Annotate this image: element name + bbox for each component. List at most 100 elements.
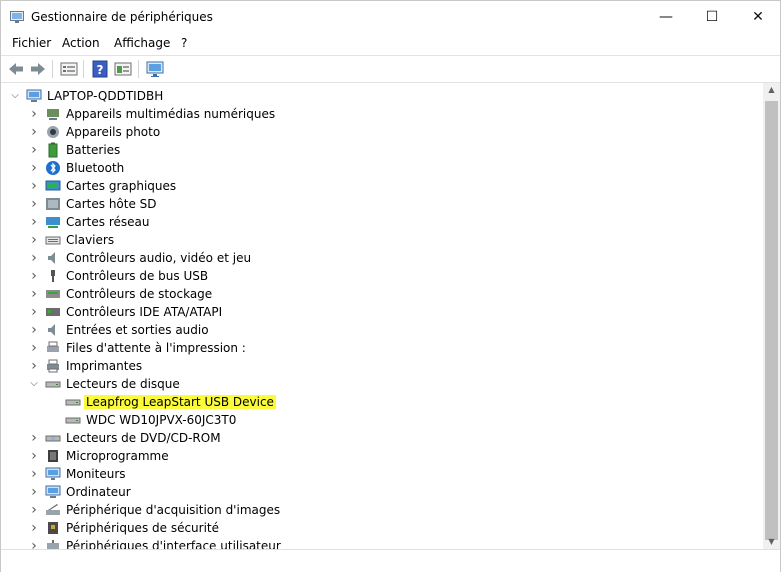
forward-arrow-icon[interactable] <box>28 59 48 79</box>
category-row[interactable]: › Contrôleurs IDE ATA/ATAPI <box>1 303 761 321</box>
expand-chevron-icon[interactable]: › <box>29 447 39 465</box>
category-row[interactable]: › Bluetooth <box>1 159 761 177</box>
category-row[interactable]: › Ordinateur <box>1 483 761 501</box>
properties-icon[interactable] <box>59 59 79 79</box>
expand-chevron-icon[interactable]: › <box>29 321 39 339</box>
vertical-scrollbar[interactable]: ▲ ▼ <box>763 83 780 549</box>
title-bar[interactable]: Gestionnaire de périphériques — ☐ ✕ <box>1 1 780 33</box>
camera-icon <box>47 126 59 138</box>
tree-item-label: Ordinateur <box>66 485 131 499</box>
device-item[interactable]: WDC WD10JPVX-60JC3T0 <box>1 411 761 429</box>
category-row[interactable]: › Lecteurs de DVD/CD-ROM <box>1 429 761 447</box>
expand-chevron-icon[interactable]: › <box>29 249 39 267</box>
window-title: Gestionnaire de périphériques <box>31 10 213 24</box>
back-arrow-icon[interactable] <box>6 59 26 79</box>
scrollbar-thumb[interactable] <box>765 101 778 540</box>
tree-item-label: Leapfrog LeapStart USB Device <box>84 395 276 409</box>
category-row[interactable]: › Contrôleurs de stockage <box>1 285 761 303</box>
svg-text:?: ? <box>97 63 104 77</box>
tree-item-label: Contrôleurs de stockage <box>66 287 213 301</box>
menu-help[interactable]: ? <box>181 36 187 50</box>
category-row[interactable]: › Files d'attente à l'impression : <box>1 339 761 357</box>
device-item[interactable]: Leapfrog LeapStart USB Device <box>1 393 761 411</box>
tree-item-label: Appareils photo <box>66 125 161 139</box>
expand-chevron-icon[interactable]: › <box>29 177 39 195</box>
expand-chevron-icon[interactable]: › <box>29 465 39 483</box>
help-icon[interactable]: ? <box>90 59 110 79</box>
menu-action[interactable]: Action <box>62 36 100 50</box>
category-row[interactable]: › Imprimantes <box>1 357 761 375</box>
tree-item-label: Cartes graphiques <box>66 179 177 193</box>
category-row[interactable]: › Entrées et sorties audio <box>1 321 761 339</box>
category-row[interactable]: › Périphériques de sécurité <box>1 519 761 537</box>
expand-chevron-icon[interactable]: › <box>29 231 39 249</box>
close-button[interactable]: ✕ <box>735 1 781 33</box>
expand-chevron-icon[interactable]: › <box>29 123 39 141</box>
category-row[interactable]: ⌵ Lecteurs de disque <box>1 375 761 393</box>
scroll-down-icon[interactable]: ▼ <box>763 535 780 549</box>
menu-fichier[interactable]: Fichier <box>12 36 51 50</box>
category-row[interactable]: › Cartes réseau <box>1 213 761 231</box>
category-row[interactable]: › Microprogramme <box>1 447 761 465</box>
tree-item-label: Files d'attente à l'impression : <box>66 341 246 355</box>
tree-item-label: Moniteurs <box>66 467 126 481</box>
category-row[interactable]: › Appareils photo <box>1 123 761 141</box>
expand-chevron-icon[interactable]: › <box>29 159 39 177</box>
category-row[interactable]: › Appareils multimédias numériques <box>1 105 761 123</box>
category-row[interactable]: › Contrôleurs de bus USB <box>1 267 761 285</box>
expand-chevron-icon[interactable]: › <box>29 483 39 501</box>
status-bar <box>1 549 780 574</box>
tree-item-label: Périphériques d'interface utilisateur <box>66 539 281 549</box>
disk-drive-icon <box>65 399 81 406</box>
expand-chevron-icon[interactable]: › <box>29 141 39 159</box>
collapse-chevron-icon[interactable]: ⌵ <box>29 375 39 393</box>
expand-chevron-icon[interactable]: › <box>29 285 39 303</box>
menu-affichage[interactable]: Affichage <box>114 36 170 50</box>
storage-controller-icon <box>46 290 60 298</box>
ide-icon <box>46 308 60 316</box>
category-row[interactable]: › Périphériques d'interface utilisateur <box>1 537 761 549</box>
bluetooth-icon <box>46 161 60 175</box>
computer-icon <box>26 89 42 102</box>
sd-host-icon <box>46 198 60 210</box>
expand-chevron-icon[interactable]: › <box>29 195 39 213</box>
expand-chevron-icon[interactable]: › <box>29 537 39 549</box>
toolbar-separator <box>83 60 84 78</box>
category-row[interactable]: › Batteries <box>1 141 761 159</box>
tree-root-label: LAPTOP-QDDTIDBH <box>47 89 164 103</box>
toolbar-separator <box>138 60 139 78</box>
scanner-icon <box>46 504 60 515</box>
collapse-chevron-icon[interactable]: ⌵ <box>10 87 20 105</box>
monitor-icon <box>45 467 61 480</box>
expand-chevron-icon[interactable]: › <box>29 429 39 447</box>
expand-chevron-icon[interactable]: › <box>29 339 39 357</box>
category-row[interactable]: › Moniteurs <box>1 465 761 483</box>
category-row[interactable]: › Cartes hôte SD <box>1 195 761 213</box>
expand-chevron-icon[interactable]: › <box>29 501 39 519</box>
expand-chevron-icon[interactable]: › <box>29 105 39 123</box>
device-manager-window: Gestionnaire de périphériques — ☐ ✕ Fich… <box>0 0 781 574</box>
view-icon[interactable] <box>113 59 133 79</box>
expand-chevron-icon[interactable]: › <box>29 519 39 537</box>
tree-root[interactable]: ⌵ LAPTOP-QDDTIDBH <box>1 87 761 105</box>
scroll-up-icon[interactable]: ▲ <box>763 83 780 97</box>
category-row[interactable]: › Périphérique d'acquisition d'images <box>1 501 761 519</box>
toolbar-separator <box>52 60 53 78</box>
tree-item-label: Imprimantes <box>66 359 143 373</box>
expand-chevron-icon[interactable]: › <box>29 357 39 375</box>
expand-chevron-icon[interactable]: › <box>29 267 39 285</box>
hid-icon <box>47 540 59 549</box>
tree-item-label: Périphérique d'acquisition d'images <box>66 503 281 517</box>
category-row[interactable]: › Contrôleurs audio, vidéo et jeu <box>1 249 761 267</box>
minimize-button[interactable]: — <box>643 1 689 33</box>
expand-chevron-icon[interactable]: › <box>29 303 39 321</box>
keyboard-icon <box>45 236 61 245</box>
category-row[interactable]: › Claviers <box>1 231 761 249</box>
tree-item-label: Appareils multimédias numériques <box>66 107 276 121</box>
monitor-scan-icon[interactable] <box>145 59 165 79</box>
maximize-button[interactable]: ☐ <box>689 1 735 33</box>
category-row[interactable]: › Cartes graphiques <box>1 177 761 195</box>
toolbar: ? <box>1 56 780 83</box>
usb-icon <box>51 270 55 282</box>
expand-chevron-icon[interactable]: › <box>29 213 39 231</box>
